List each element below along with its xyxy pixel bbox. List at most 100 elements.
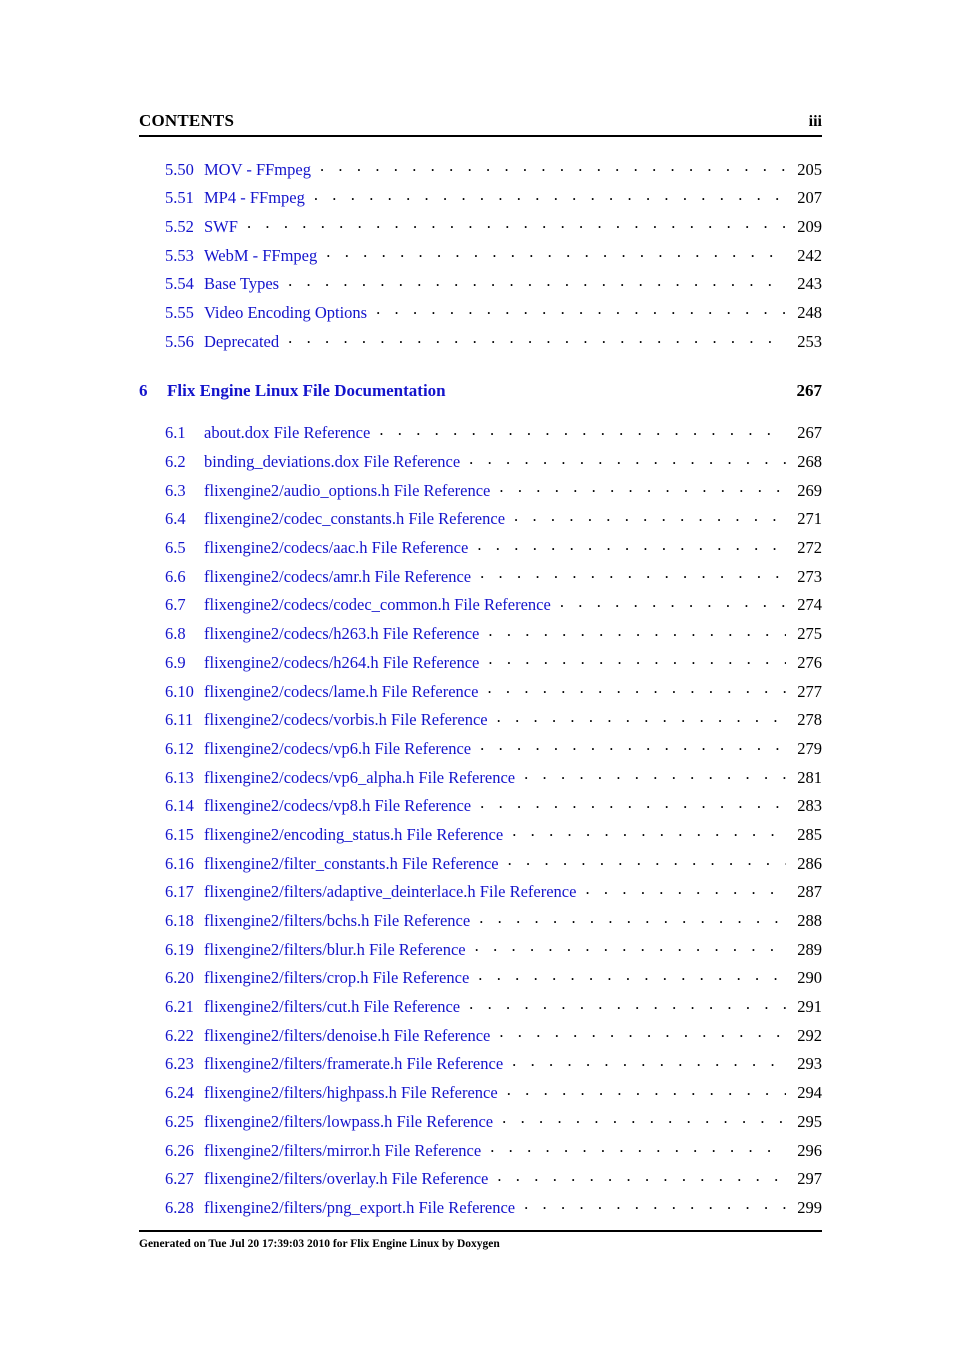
toc-dot-leader (480, 795, 786, 812)
toc-dot-leader (288, 330, 786, 347)
toc-entry-page-number: 283 (797, 796, 822, 816)
toc-section-entry[interactable]: 6.25 flixengine2/filters/lowpass.h File R… (139, 1110, 822, 1139)
toc-entry-page-number: 294 (797, 1083, 822, 1103)
toc-section-entry[interactable]: 6.7 flixengine2/codecs/codec_common.h Fil… (139, 594, 822, 623)
footer-rule (139, 1230, 822, 1232)
toc-entry-number: 6.6 (165, 566, 186, 586)
toc-section-entry[interactable]: 6.20 flixengine2/filters/crop.h File Refe… (139, 967, 822, 996)
toc-dot-leader (488, 651, 786, 668)
toc-section-entry[interactable]: 6.26 flixengine2/filters/mirror.h File Re… (139, 1139, 822, 1168)
toc-entry-number: 6.10 (165, 681, 194, 701)
toc-entry-page-number: 275 (797, 624, 822, 644)
toc-entry-label: flixengine2/filters/highpass.h File Refe… (204, 1083, 498, 1103)
toc-dot-leader (455, 379, 786, 396)
toc-section-entry[interactable]: 6.14 flixengine2/codecs/vp8.h File Refere… (139, 795, 822, 824)
toc-section-entry[interactable]: 6.28 flixengine2/filters/png_export.h Fil… (139, 1196, 822, 1225)
toc-entry-page-number: 295 (797, 1111, 822, 1131)
toc-section-entry[interactable]: 5.50 MOV - FFmpeg 205 (139, 158, 822, 187)
toc-section-entry[interactable]: 6.24 flixengine2/filters/highpass.h File … (139, 1082, 822, 1111)
toc-entry-number: 5.56 (165, 331, 194, 351)
toc-entry-number: 6.5 (165, 538, 186, 558)
toc-section-entry[interactable]: 6.23 flixengine2/filters/framerate.h File… (139, 1053, 822, 1082)
toc-entry-page-number: 287 (797, 882, 822, 902)
toc-section-entry[interactable]: 6.3 flixengine2/audio_options.h File Refe… (139, 479, 822, 508)
toc-entry-label: flixengine2/filters/crop.h File Referenc… (204, 968, 470, 988)
toc-section-entry[interactable]: 6.12 flixengine2/codecs/vp6.h File Refere… (139, 737, 822, 766)
toc-entry-label: flixengine2/codecs/vorbis.h File Referen… (204, 710, 488, 730)
toc-entry-label: Video Encoding Options (204, 302, 368, 322)
toc-entry-page-number: 242 (797, 245, 822, 265)
running-head-title: CONTENTS (139, 111, 235, 130)
toc-section-entry[interactable]: 5.55 Video Encoding Options 248 (139, 301, 822, 330)
toc-entry-label: flixengine2/filters/overlay.h File Refer… (204, 1169, 489, 1189)
toc-dot-leader (247, 215, 786, 232)
toc-section-entry[interactable]: 6.21 flixengine2/filters/cut.h File Refer… (139, 996, 822, 1025)
toc-entry-page-number: 243 (797, 274, 822, 294)
toc-dot-leader (379, 422, 786, 439)
toc-entry-label: about.dox File Reference (204, 423, 371, 443)
toc-section-entry[interactable]: 5.52 SWF 209 (139, 215, 822, 244)
toc-entry-number: 5.50 (165, 159, 194, 179)
toc-section-entry[interactable]: 6.16 flixengine2/filter_constants.h File … (139, 852, 822, 881)
toc-entry-number: 6.1 (165, 423, 186, 443)
toc-entry-label: flixengine2/codecs/aac.h File Reference (204, 538, 469, 558)
toc-entry-label: SWF (204, 216, 238, 236)
toc-entry-page-number: 292 (797, 1025, 822, 1045)
toc-entry-number: 6.24 (165, 1083, 194, 1103)
toc-entry-page-number: 290 (797, 968, 822, 988)
toc-entry-label: flixengine2/filters/png_export.h File Re… (204, 1197, 516, 1217)
toc-entry-page-number: 271 (797, 509, 822, 529)
toc-entry-number: 6.21 (165, 997, 194, 1017)
toc-section-entry[interactable]: 6.13 flixengine2/codecs/vp6_alpha.h File … (139, 766, 822, 795)
toc-section-entry[interactable]: 6.17 flixengine2/filters/adaptive_deinter… (139, 881, 822, 910)
toc-section-entry[interactable]: 6.11 flixengine2/codecs/vorbis.h File Ref… (139, 709, 822, 738)
toc-dot-leader (478, 967, 786, 984)
toc-section-entry[interactable]: 6.10 flixengine2/codecs/lame.h File Refer… (139, 680, 822, 709)
toc-section-entry[interactable]: 6.1 about.dox File Reference 267 (139, 422, 822, 451)
toc-section-entry[interactable]: 5.53 WebM - FFmpeg 242 (139, 244, 822, 273)
toc-section-entry[interactable]: 6.2 binding_deviations.dox File Reference… (139, 451, 822, 480)
toc-entry-page-number: 286 (797, 853, 822, 873)
toc-dot-leader (480, 737, 786, 754)
toc-dot-leader (487, 680, 786, 697)
document-page: CONTENTS iii 5.50 MOV - FFmpeg 205 5.51 MP4 … (139, 0, 822, 1350)
toc-entry-number: 6.16 (165, 853, 194, 873)
toc-section-entry[interactable]: 6.19 flixengine2/filters/blur.h File Refe… (139, 938, 822, 967)
toc-entry-label: flixengine2/encoding_status.h File Refer… (204, 824, 504, 844)
toc-section-entry[interactable]: 6.18 flixengine2/filters/bchs.h File Refe… (139, 910, 822, 939)
toc-section-entry[interactable]: 6.22 flixengine2/filters/denoise.h File R… (139, 1024, 822, 1053)
toc-entry-number: 6.23 (165, 1054, 194, 1074)
toc-dot-leader (490, 1139, 786, 1156)
toc-section-entry[interactable]: 6.5 flixengine2/codecs/aac.h File Referen… (139, 537, 822, 566)
toc-dot-leader (480, 565, 786, 582)
toc-entry-label: flixengine2/filters/framerate.h File Ref… (204, 1054, 504, 1074)
toc-entry-number: 6.11 (165, 710, 194, 730)
toc-dot-leader (499, 479, 786, 496)
table-of-contents: 5.50MOV - FFmpeg2055.51MP4 - FFmpeg2075.… (139, 158, 822, 1225)
toc-dot-leader (479, 910, 786, 927)
toc-section-entry[interactable]: 5.56 Deprecated 253 (139, 330, 822, 359)
toc-entry-page-number: 205 (797, 159, 822, 179)
toc-entry-page-number: 267 (797, 423, 822, 443)
toc-section-entry[interactable]: 5.51 MP4 - FFmpeg 207 (139, 187, 822, 216)
toc-entry-number: 6.12 (165, 738, 194, 758)
toc-section-entry[interactable]: 6.15 flixengine2/encoding_status.h File R… (139, 823, 822, 852)
toc-section-entry[interactable]: 6.9 flixengine2/codecs/h264.h File Refere… (139, 651, 822, 680)
toc-section-entry[interactable]: 6.4 flixengine2/codec_constants.h File Re… (139, 508, 822, 537)
toc-dot-leader (512, 1053, 786, 1070)
toc-entry-number: 6.26 (165, 1140, 194, 1160)
toc-section-entry[interactable]: 6.6 flixengine2/codecs/amr.h File Referen… (139, 565, 822, 594)
toc-section-entry[interactable]: 6.8 flixengine2/codecs/h263.h File Refere… (139, 623, 822, 652)
toc-entry-label: Flix Engine Linux File Documentation (167, 380, 446, 400)
toc-entry-number: 6.3 (165, 480, 186, 500)
toc-dot-leader (320, 158, 786, 175)
toc-entry-page-number: 279 (797, 738, 822, 758)
toc-section-entry[interactable]: 5.54 Base Types 243 (139, 273, 822, 302)
toc-entry-page-number: 278 (797, 710, 822, 730)
toc-entry-page-number: 207 (797, 188, 822, 208)
toc-chapter-entry[interactable]: 6 Flix Engine Linux File Documentation 267 (139, 379, 822, 409)
toc-section-entry[interactable]: 6.27 flixengine2/filters/overlay.h File R… (139, 1168, 822, 1197)
toc-entry-number: 6.15 (165, 824, 194, 844)
toc-entry-label: flixengine2/codecs/vp6.h File Reference (204, 738, 472, 758)
toc-entry-label: flixengine2/codec_constants.h File Refer… (204, 509, 506, 529)
